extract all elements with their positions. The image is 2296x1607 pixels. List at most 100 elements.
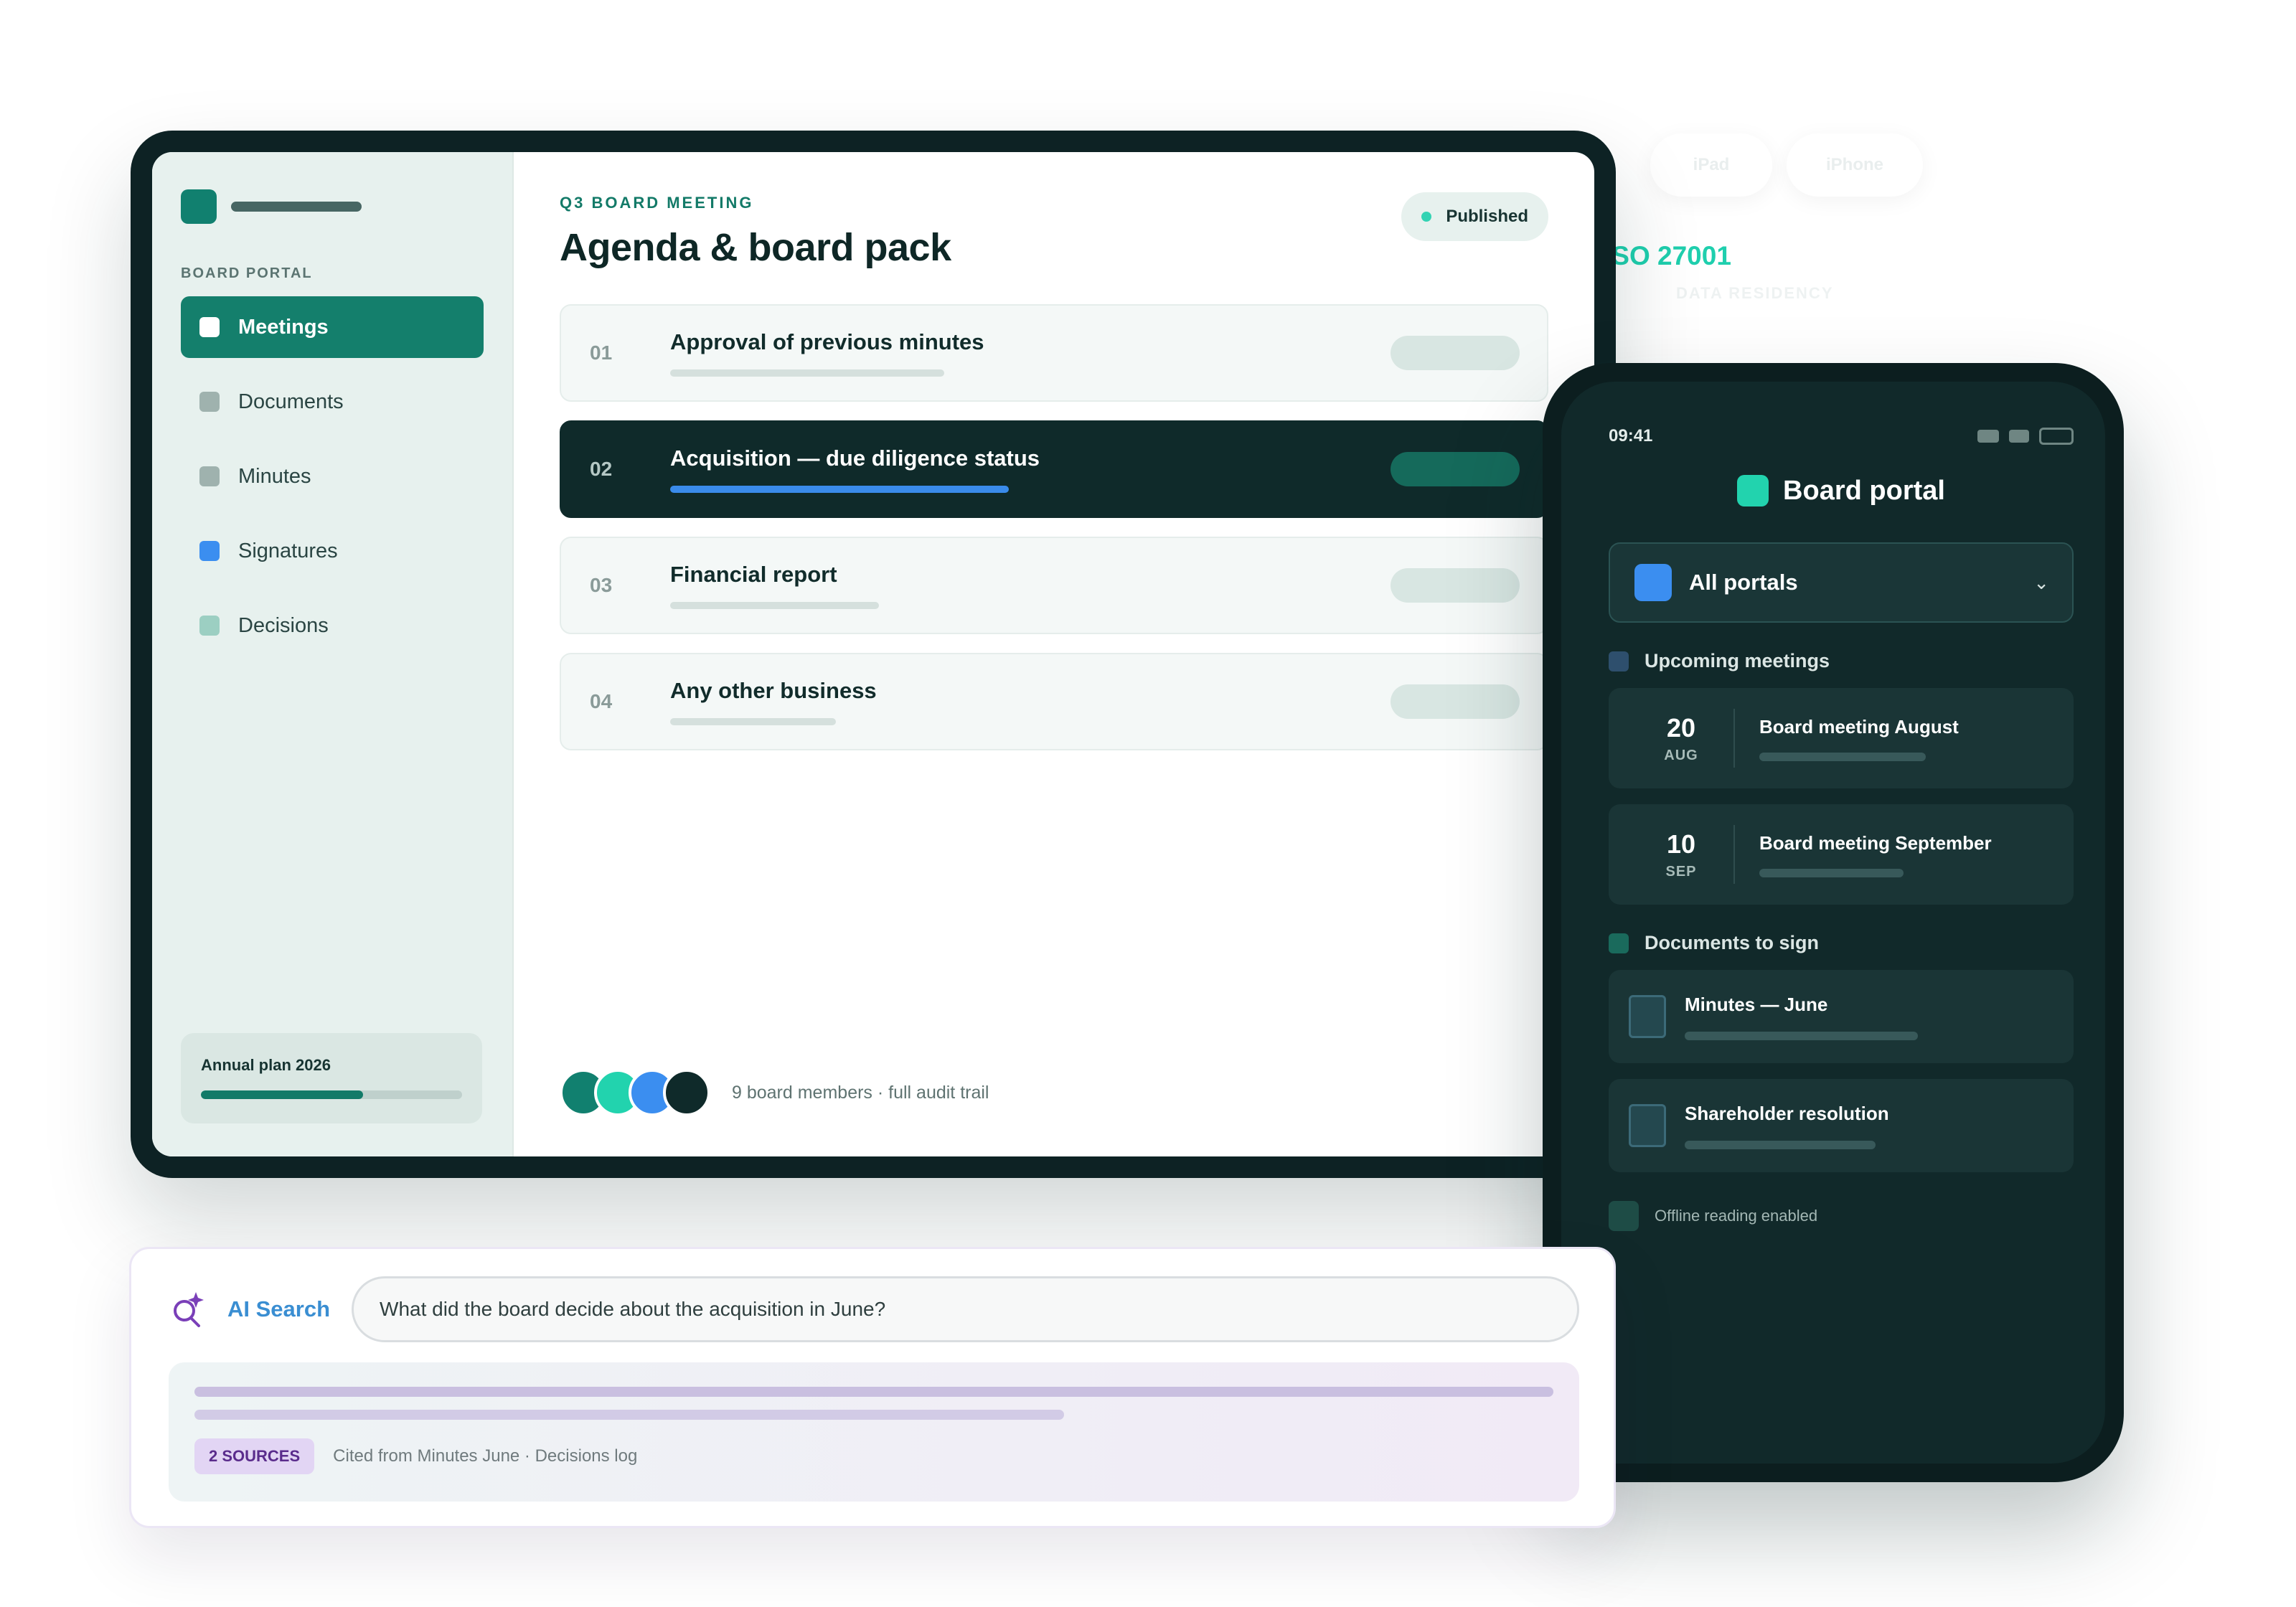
annual-plan-label: Annual plan 2026 (201, 1056, 331, 1074)
signal-icon (1977, 430, 1999, 443)
sidebar-item-documents[interactable]: Documents (181, 371, 484, 433)
meeting-card-september[interactable]: 10 SEP Board meeting September (1609, 804, 2074, 905)
agenda-body: Acquisition — due diligence status (670, 446, 1391, 493)
iso-title: ISO 27001 (1604, 241, 1731, 270)
sidebar-item-meetings[interactable]: Meetings (181, 296, 484, 358)
portal-selector[interactable]: All portals ⌄ (1609, 542, 2074, 623)
answer-meta: 2 SOURCES Cited from Minutes June · Deci… (194, 1438, 1553, 1474)
logo-mark-icon (181, 189, 217, 224)
main-content: Q3 BOARD MEETING Agenda & board pack Pub… (514, 152, 1594, 1156)
agenda-status-pill (1391, 568, 1520, 603)
tablet-device: BOARD PORTAL Meetings Documents Minutes … (131, 131, 1616, 1178)
agenda-title: Any other business (670, 678, 877, 703)
sidebar-item-label: Meetings (238, 315, 329, 339)
ai-search-card: AI Search 2 SOURCES Cited from Minutes J… (129, 1247, 1616, 1528)
document-bar (1685, 1031, 1919, 1040)
sidebar-item-signatures[interactable]: Signatures (181, 520, 484, 582)
brand-logo-icon (1737, 475, 1769, 506)
portal-selector-label: All portals (1689, 570, 1798, 595)
ai-search-label: AI Search (227, 1296, 331, 1321)
offline-text: Offline reading enabled (1655, 1207, 1818, 1225)
document-card-resolution[interactable]: Shareholder resolution (1609, 1079, 2074, 1172)
ai-search-input[interactable] (352, 1276, 1579, 1342)
phone-screen: 09:41 Board portal All portals ⌄ Upcomin… (1561, 382, 2105, 1464)
sidebar-item-label: Decisions (238, 613, 329, 637)
answer-line-placeholder (194, 1387, 1553, 1397)
sidebar-nav: Meetings Documents Minutes Signatures De… (181, 296, 484, 656)
sidebar: BOARD PORTAL Meetings Documents Minutes … (152, 152, 514, 1156)
agenda-number: 03 (590, 574, 613, 596)
meeting-eyebrow: Q3 BOARD MEETING (560, 194, 754, 212)
agenda-status-pill (1391, 452, 1520, 486)
agenda-title: Financial report (670, 562, 837, 587)
phone-device: 09:41 Board portal All portals ⌄ Upcomin… (1543, 363, 2124, 1482)
document-card-minutes[interactable]: Minutes — June (1609, 970, 2074, 1063)
agenda-item-3[interactable]: 03 Financial report (560, 537, 1548, 634)
meeting-date: 20 AUG (1629, 709, 1735, 768)
meeting-bar (1759, 868, 1904, 877)
meeting-bar (1759, 752, 1926, 761)
upcoming-meetings-header: Upcoming meetings (1609, 650, 2074, 672)
agenda-status-pill (1391, 684, 1520, 719)
agenda-number: 02 (590, 458, 613, 480)
meeting-title: Board meeting August (1759, 715, 1959, 737)
minutes-icon (199, 466, 220, 486)
agenda-title: Approval of previous minutes (670, 329, 984, 354)
offline-icon (1609, 1201, 1639, 1231)
sidebar-item-minutes[interactable]: Minutes (181, 446, 484, 507)
tablet-screen: BOARD PORTAL Meetings Documents Minutes … (152, 152, 1594, 1156)
meeting-day: 10 (1666, 829, 1696, 859)
page-title: Agenda & board pack (560, 226, 951, 269)
signature-icon (1609, 933, 1629, 953)
agenda-body: Any other business (670, 678, 1391, 725)
citation-text: Cited from Minutes June · Decisions log (333, 1446, 638, 1466)
document-icon (1629, 1104, 1666, 1147)
agenda-progress-bar (670, 602, 880, 609)
sidebar-item-decisions[interactable]: Decisions (181, 595, 484, 656)
meetings-icon (199, 317, 220, 337)
phone-header: Board portal (1609, 475, 2074, 506)
annual-plan-card[interactable]: Annual plan 2026 (181, 1033, 482, 1123)
agenda-item-4[interactable]: 04 Any other business (560, 653, 1548, 750)
status-dot-icon (1421, 212, 1432, 222)
ai-search-row: AI Search (169, 1276, 1579, 1342)
wifi-icon (2009, 430, 2029, 443)
chevron-down-icon: ⌄ (2033, 571, 2049, 593)
board-members: 9 board members · full audit trail (560, 1069, 989, 1116)
annual-plan-progress (201, 1090, 462, 1099)
annual-plan-progress-fill (201, 1090, 363, 1099)
agenda-item-1[interactable]: 01 Approval of previous minutes (560, 304, 1548, 402)
document-bar (1685, 1140, 1876, 1149)
phone-app-title: Board portal (1783, 475, 1945, 506)
agenda-item-2[interactable]: 02 Acquisition — due diligence status (560, 420, 1548, 518)
document-title: Shareholder resolution (1685, 1102, 1889, 1124)
agenda-list: 01 Approval of previous minutes 02 Acqui… (560, 304, 1548, 750)
sources-badge[interactable]: 2 SOURCES (194, 1438, 315, 1474)
section-title: Documents to sign (1645, 932, 1820, 953)
decisions-icon (199, 616, 220, 636)
documents-icon (199, 392, 220, 412)
sidebar-item-label: Documents (238, 390, 344, 413)
agenda-progress-bar (670, 369, 944, 377)
meeting-body: Board meeting September (1759, 832, 2074, 877)
offline-status: Offline reading enabled (1609, 1201, 2074, 1231)
members-caption: 9 board members · full audit trail (732, 1082, 989, 1103)
meeting-date: 10 SEP (1629, 825, 1735, 884)
portal-icon (1634, 564, 1672, 601)
meeting-card-august[interactable]: 20 AUG Board meeting August (1609, 688, 2074, 788)
agenda-body: Financial report (670, 562, 1391, 609)
signatures-icon (199, 541, 220, 561)
avatar[interactable] (663, 1069, 710, 1116)
answer-line-placeholder (194, 1410, 1065, 1420)
meeting-body: Board meeting August (1759, 716, 2074, 761)
iphone-chip: iPhone (1787, 133, 1923, 197)
meeting-title: Board meeting September (1759, 831, 1992, 854)
document-body: Shareholder resolution (1685, 1103, 2074, 1149)
agenda-number: 04 (590, 690, 613, 712)
documents-to-sign-header: Documents to sign (1609, 932, 2074, 954)
agenda-status-pill (1391, 336, 1520, 370)
status-label: Published (1446, 207, 1528, 226)
meeting-day: 20 (1666, 713, 1696, 743)
status-time: 09:41 (1609, 426, 1653, 446)
battery-icon (2039, 428, 2074, 445)
